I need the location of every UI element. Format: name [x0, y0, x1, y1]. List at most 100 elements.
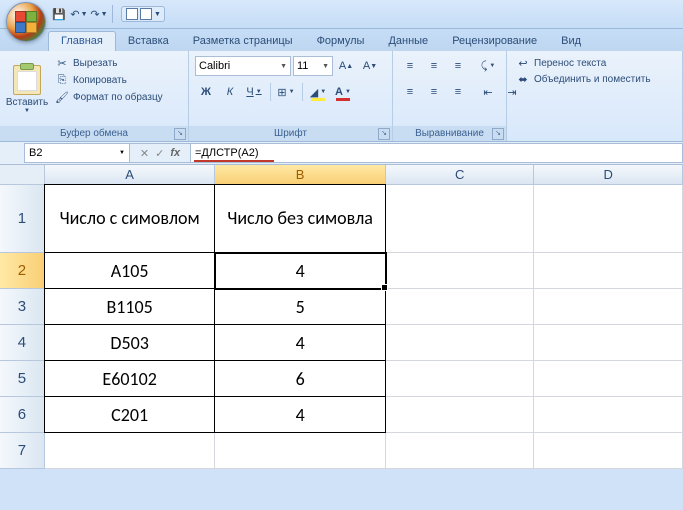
- col-header-d[interactable]: D: [534, 165, 683, 185]
- borders-button[interactable]: ⊞▼: [275, 81, 298, 103]
- launcher-icon[interactable]: ↘: [378, 128, 390, 140]
- grow-font-button[interactable]: A▲: [335, 55, 357, 77]
- font-name-combo[interactable]: Calibri▼: [195, 56, 291, 76]
- align-middle-button[interactable]: ≡: [423, 55, 445, 77]
- cancel-icon[interactable]: ✕: [138, 147, 151, 160]
- align-right-button[interactable]: ≡: [447, 81, 469, 103]
- cell-b3[interactable]: 5: [215, 289, 386, 325]
- row-header-3[interactable]: 3: [0, 289, 45, 325]
- format-painter-button[interactable]: 🖌Формат по образцу: [52, 89, 166, 105]
- borders-icon: ⊞: [277, 86, 286, 99]
- align-center-button[interactable]: ≡: [423, 81, 445, 103]
- cell-d2[interactable]: [534, 253, 683, 289]
- cell-d1[interactable]: [534, 185, 683, 253]
- group-clipboard: Вставить ▼ ✂Вырезать ⎘Копировать 🖌Формат…: [0, 51, 189, 141]
- undo-icon[interactable]: ↶▼: [70, 5, 88, 23]
- cell-d3[interactable]: [534, 289, 683, 325]
- cell-a7[interactable]: [45, 433, 216, 469]
- fx-icon[interactable]: fx: [168, 147, 182, 159]
- row-header-4[interactable]: 4: [0, 325, 45, 361]
- tab-insert[interactable]: Вставка: [116, 32, 181, 51]
- cell-c5[interactable]: [386, 361, 535, 397]
- col-header-a[interactable]: A: [45, 165, 216, 185]
- copy-icon: ⎘: [55, 73, 69, 87]
- formula-bar: B2▼ ✕✓fx =ДЛСТР(A2): [0, 142, 683, 165]
- group-label-align: Выравнивание↘: [393, 126, 506, 141]
- cell-c6[interactable]: [386, 397, 535, 433]
- cell-c2[interactable]: [386, 253, 535, 289]
- cell-c1[interactable]: [386, 185, 535, 253]
- cell-b6[interactable]: 4: [215, 397, 386, 433]
- office-button[interactable]: [6, 2, 46, 42]
- align-top-button[interactable]: ≡: [399, 55, 421, 77]
- tab-page-layout[interactable]: Разметка страницы: [181, 32, 305, 51]
- wrap-text-button[interactable]: ↩Перенос текста: [513, 55, 676, 71]
- wrap-icon: ↩: [516, 56, 530, 70]
- enter-icon[interactable]: ✓: [153, 147, 166, 160]
- underline-button[interactable]: Ч▼: [243, 81, 266, 103]
- merge-icon: ⬌: [516, 72, 530, 86]
- row-header-5[interactable]: 5: [0, 361, 45, 397]
- cell-b1[interactable]: Число без симовла: [215, 184, 386, 253]
- cell-d4[interactable]: [534, 325, 683, 361]
- name-box[interactable]: B2▼: [24, 143, 130, 163]
- paste-label: Вставить: [6, 97, 48, 108]
- cell-c7[interactable]: [386, 433, 535, 469]
- cell-b7[interactable]: [215, 433, 386, 469]
- font-size-combo[interactable]: 11▼: [293, 56, 333, 76]
- cell-a2[interactable]: А105: [44, 253, 216, 289]
- cell-a5[interactable]: Е60102: [44, 361, 216, 397]
- font-color-button[interactable]: A▼: [332, 81, 355, 103]
- row-header-7[interactable]: 7: [0, 433, 45, 469]
- cell-d6[interactable]: [534, 397, 683, 433]
- indent-decrease-button[interactable]: ⇤: [477, 81, 499, 103]
- copy-button[interactable]: ⎘Копировать: [52, 72, 166, 88]
- group-alignment-merge: ↩Перенос текста ⬌Объединить и поместить …: [507, 51, 683, 141]
- col-header-c[interactable]: C: [386, 165, 535, 185]
- qat-customize[interactable]: ▼: [121, 6, 165, 22]
- select-all-corner[interactable]: [0, 165, 45, 185]
- tab-formulas[interactable]: Формулы: [305, 32, 377, 51]
- cell-c3[interactable]: [386, 289, 535, 325]
- ribbon: Вставить ▼ ✂Вырезать ⎘Копировать 🖌Формат…: [0, 51, 683, 142]
- merge-center-button[interactable]: ⬌Объединить и поместить: [513, 71, 676, 87]
- fill-color-button[interactable]: ◢▼: [307, 81, 330, 103]
- shrink-font-button[interactable]: A▼: [359, 55, 381, 77]
- save-icon[interactable]: 💾: [50, 5, 68, 23]
- row-header-1[interactable]: 1: [0, 185, 45, 253]
- cell-a4[interactable]: D503: [44, 325, 216, 361]
- row-header-6[interactable]: 6: [0, 397, 45, 433]
- row-header-2[interactable]: 2: [0, 253, 45, 289]
- align-bottom-button[interactable]: ≡: [447, 55, 469, 77]
- cell-a6[interactable]: С201: [44, 397, 216, 433]
- cell-c4[interactable]: [386, 325, 535, 361]
- align-left-button[interactable]: ≡: [399, 81, 421, 103]
- group-label-font: Шрифт↘: [189, 126, 392, 141]
- paste-button[interactable]: Вставить ▼: [4, 53, 50, 126]
- group-font: Calibri▼ 11▼ A▲ A▼ Ж К Ч▼ ⊞▼ ◢▼ A▼ Шрифт…: [189, 51, 393, 141]
- italic-button[interactable]: К: [219, 81, 241, 103]
- cell-b4[interactable]: 4: [215, 325, 386, 361]
- worksheet-grid[interactable]: A B C D 1 Число с симовлом Число без сим…: [0, 165, 683, 469]
- bold-button[interactable]: Ж: [195, 81, 217, 103]
- scissors-icon: ✂: [55, 56, 69, 70]
- tab-data[interactable]: Данные: [376, 32, 440, 51]
- cell-d7[interactable]: [534, 433, 683, 469]
- cell-a1[interactable]: Число с симовлом: [44, 184, 216, 253]
- tab-review[interactable]: Рецензирование: [440, 32, 549, 51]
- tab-view[interactable]: Вид: [549, 32, 593, 51]
- cell-b5[interactable]: 6: [215, 361, 386, 397]
- cell-d5[interactable]: [534, 361, 683, 397]
- col-header-b[interactable]: B: [215, 165, 386, 185]
- launcher-icon[interactable]: ↘: [492, 128, 504, 140]
- bucket-icon: ◢: [310, 86, 318, 99]
- redo-icon[interactable]: ↷▼: [90, 5, 108, 23]
- cell-a3[interactable]: В1105: [44, 289, 216, 325]
- cell-b2[interactable]: 4: [215, 253, 386, 289]
- launcher-icon[interactable]: ↘: [174, 128, 186, 140]
- orientation-button[interactable]: ⤹▼: [477, 55, 500, 77]
- group-alignment-buttons: ≡ ≡ ≡ ⤹▼ ≡ ≡ ≡ ⇤ ⇥ Выравнивание↘: [393, 51, 507, 141]
- tab-home[interactable]: Главная: [48, 31, 116, 51]
- cut-button[interactable]: ✂Вырезать: [52, 55, 166, 71]
- formula-input[interactable]: =ДЛСТР(A2): [191, 143, 683, 163]
